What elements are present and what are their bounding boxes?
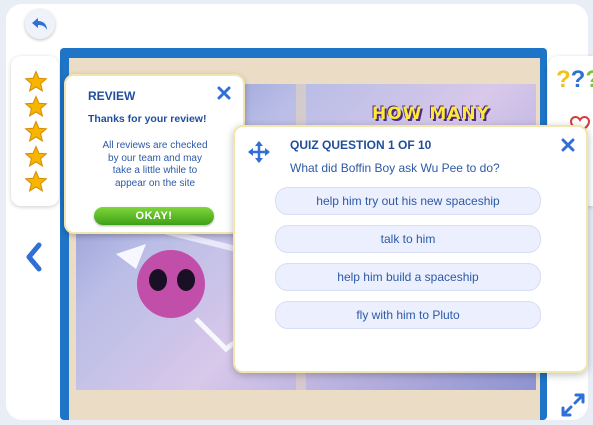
- quiz-question: What did Boffin Boy ask Wu Pee to do?: [290, 161, 500, 175]
- star-icon[interactable]: [24, 70, 48, 94]
- close-icon[interactable]: [216, 85, 232, 101]
- star-icon[interactable]: [24, 145, 48, 169]
- star-icon[interactable]: [24, 95, 48, 119]
- review-popup: REVIEW Thanks for your review! All revie…: [64, 74, 245, 234]
- answer-option[interactable]: help him build a spaceship: [275, 263, 541, 291]
- answer-option[interactable]: help him try out his new spaceship: [275, 187, 541, 215]
- answer-option[interactable]: fly with him to Pluto: [275, 301, 541, 329]
- close-icon[interactable]: [561, 138, 575, 152]
- back-button[interactable]: [25, 9, 55, 39]
- star-icon[interactable]: [24, 120, 48, 144]
- question-marks-icon[interactable]: ???: [556, 66, 593, 96]
- expand-arrows-icon[interactable]: [560, 392, 586, 418]
- review-thanks-text: Thanks for your review!: [88, 113, 207, 125]
- chevron-left-icon[interactable]: [24, 242, 44, 272]
- illustration-heading: HOW MANY: [372, 104, 490, 124]
- okay-button[interactable]: OKAY!: [94, 207, 214, 225]
- review-message-line: by our team and may: [108, 152, 202, 164]
- quiz-popup: QUIZ QUESTION 1 OF 10 What did Boffin Bo…: [233, 125, 588, 373]
- review-message-line: appear on the site: [114, 177, 196, 189]
- undo-arrow-icon: [32, 18, 47, 30]
- review-title: REVIEW: [88, 89, 136, 103]
- review-message: All reviews are checked by our team and …: [78, 140, 232, 190]
- star-icon[interactable]: [24, 170, 48, 194]
- rating-strip: [11, 56, 59, 206]
- review-message-line: take a little while to: [112, 165, 198, 176]
- move-arrows-icon[interactable]: [247, 140, 271, 164]
- answer-option[interactable]: talk to him: [275, 225, 541, 253]
- review-message-line: All reviews are checked: [102, 140, 208, 151]
- quiz-title: QUIZ QUESTION 1 OF 10: [290, 138, 432, 152]
